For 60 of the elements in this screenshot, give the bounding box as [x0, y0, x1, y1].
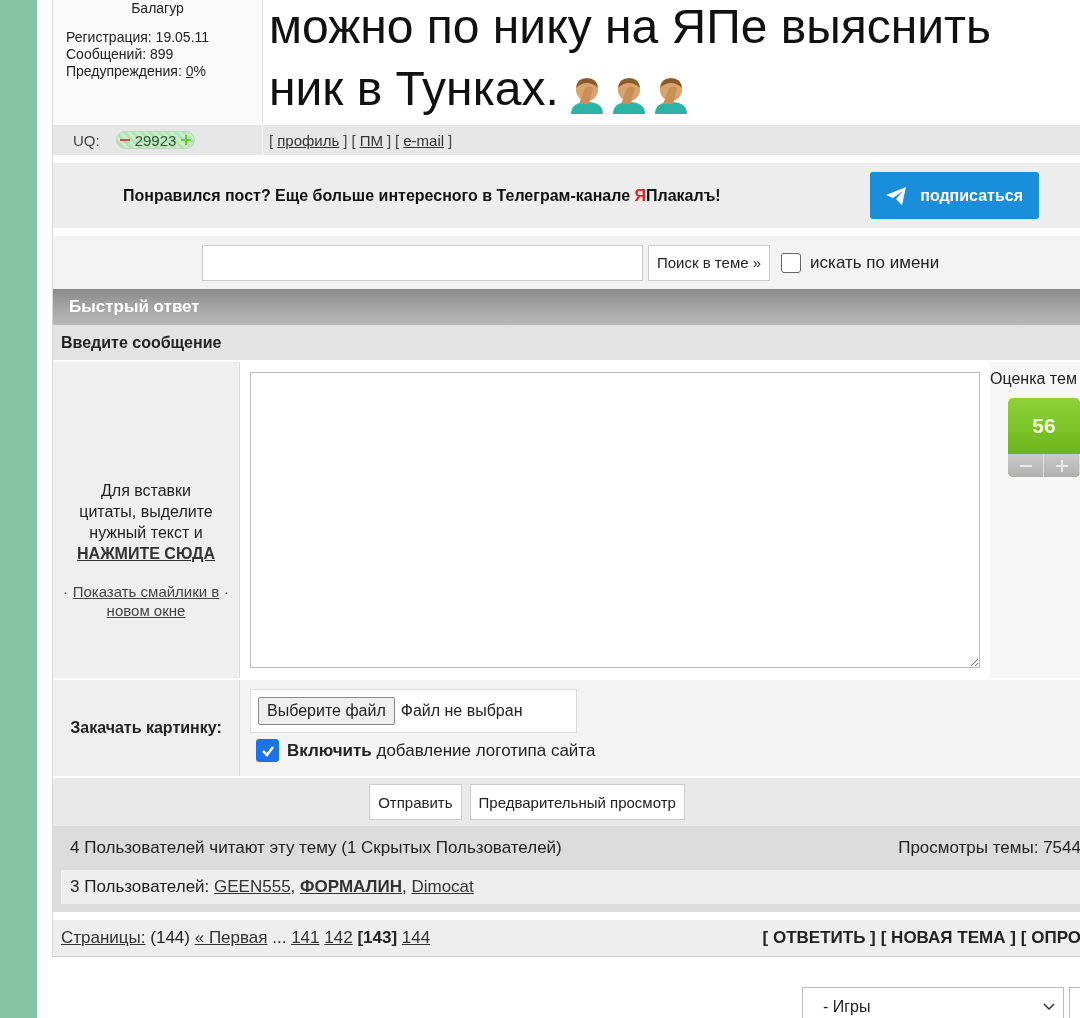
page-link[interactable]: 142	[324, 928, 353, 947]
checkbox[interactable]	[256, 739, 279, 762]
post-text: ник в Тунках.	[269, 61, 559, 117]
bracket: ]	[448, 131, 453, 149]
post-text: можно по нику на ЯПе выяснить	[269, 0, 992, 55]
upload-label: Закачать картинку:	[70, 719, 222, 737]
profile-link[interactable]: e-mail	[403, 131, 445, 149]
checkbox-label: Включить добавление логотипа сайта	[287, 740, 596, 761]
page-link[interactable]: « Первая	[194, 928, 268, 947]
quote-link[interactable]: НАЖМИТЕ СЮДА	[77, 545, 215, 562]
section-subheader: Введите сообщение	[53, 325, 1080, 362]
plus-icon[interactable]	[181, 135, 192, 145]
file-status: Файл не выбран	[400, 702, 523, 720]
rating-label: Оценка тем	[990, 370, 1078, 388]
bracket: ]	[343, 131, 348, 149]
profile-link[interactable]: ПМ	[359, 131, 383, 149]
rating-value: 56	[1031, 413, 1057, 439]
user-stat: Сообщений: 899	[66, 46, 175, 63]
search-field[interactable]	[202, 244, 643, 281]
quote-help-text: Для вставки цитаты, выделите нужный текст и НАЖМИТЕ СЮДА	[76, 481, 216, 564]
action-link[interactable]: [ НОВАЯ ТЕМА ]	[880, 928, 1016, 948]
user-link[interactable]: ФОРМАЛИН	[300, 877, 402, 896]
user-list: 3 Пользователей: GEEN555, ФОРМАЛИН, Dimocat	[61, 870, 1080, 904]
pagination: Страницы: (144) « Первая ... 141 142 [143] 144	[61, 928, 431, 948]
section-header: Быстрый ответ	[53, 289, 1080, 325]
page-link[interactable]: Страницы:	[61, 928, 146, 947]
forum-select[interactable]: - Игры	[802, 987, 1064, 1018]
smilies-link[interactable]: Показать смайлики в новом окне	[71, 582, 221, 620]
checkbox-label: искать по имени	[810, 252, 940, 273]
choose-file-button[interactable]: Выберите файл	[258, 697, 395, 725]
chevron-icon	[1043, 1003, 1055, 1011]
paper-plane-icon	[886, 186, 907, 205]
subscribe-button[interactable]: подписаться	[870, 172, 1039, 219]
file-input[interactable]: Выберите файл Файл не выбран	[250, 689, 577, 733]
form-button[interactable]: Отправить	[369, 784, 462, 820]
user-stat: Регистрация: 19.05.11	[66, 29, 211, 46]
bracket: ]	[386, 131, 392, 149]
checkbox[interactable]	[781, 252, 802, 273]
profile-link[interactable]: профиль	[277, 131, 340, 149]
search-button[interactable]: Поиск в теме »	[648, 244, 771, 281]
telegram-promo-text: Понравился пост? Еще больше интересного в Телеграм-канале ЯПлакалъ!	[123, 186, 721, 205]
page-link[interactable]: 141	[291, 928, 320, 947]
user-link[interactable]: Dimocat	[411, 877, 474, 896]
action-link[interactable]: [ ОПРО	[1020, 928, 1080, 948]
bracket: [	[269, 131, 274, 149]
uq-rating: 29923	[115, 131, 196, 149]
user-stat: Предупреждения: 0%	[66, 63, 207, 80]
view-count: Просмотры темы: 7544	[898, 838, 1080, 858]
author-rank: Балагур	[130, 0, 185, 17]
message-field[interactable]	[250, 372, 980, 668]
user-link[interactable]: GEEN555	[214, 877, 291, 896]
uq-label: UQ:	[73, 131, 100, 149]
bullet: ·	[63, 582, 68, 601]
readers-summary: 4 Пользователей читают эту тему (1 Скрытых Пользователей)	[70, 838, 562, 858]
bullet: ·	[224, 582, 229, 601]
action-link[interactable]: [ ОТВЕТИТЬ ]	[762, 928, 876, 948]
bracket: [	[395, 131, 400, 149]
page-link[interactable]: 144	[401, 928, 431, 947]
form-button[interactable]: Предварительный просмотр	[469, 784, 685, 820]
bracket: [	[351, 131, 356, 149]
